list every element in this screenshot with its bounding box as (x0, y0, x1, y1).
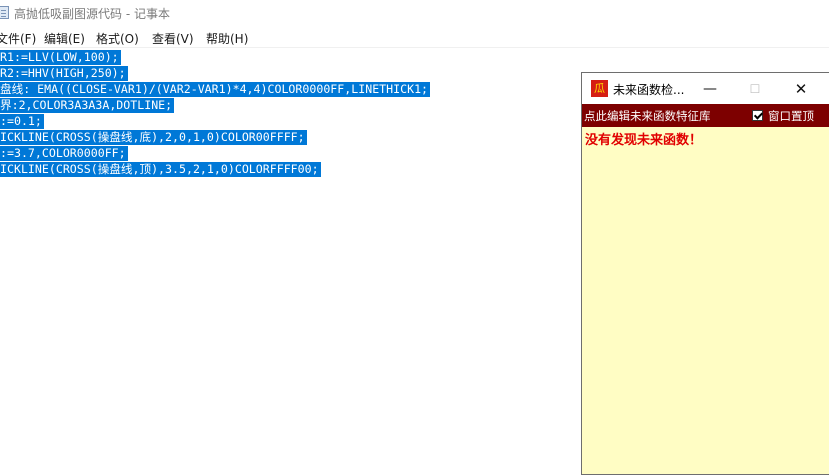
edit-feature-library-link[interactable]: 点此编辑未来函数特征库 (584, 108, 711, 124)
menu-format[interactable]: 格式(O) (96, 30, 139, 47)
code-line[interactable]: :=0.1; (0, 114, 44, 129)
code-line[interactable]: 盘线: EMA((CLOSE-VAR1)/(VAR2-VAR1)*4,4)COL… (0, 82, 431, 97)
window-topmost-toggle[interactable]: 窗口置顶 (752, 108, 814, 123)
code-line[interactable]: R1:=LLV(LOW,100); (0, 50, 121, 65)
code-line[interactable]: R2:=HHV(HIGH,250); (0, 66, 128, 81)
notepad-title-bar[interactable]: 高抛低吸副图源代码 - 记事本 (0, 0, 829, 26)
maximize-icon[interactable]: ☐ (745, 79, 765, 99)
code-line[interactable]: :=3.7,COLOR0000FF; (0, 146, 128, 161)
notepad-document-icon (0, 6, 9, 19)
menu-help[interactable]: 帮助(H) (206, 30, 248, 47)
code-line[interactable]: ICKLINE(CROSS(操盘线,底),2,0,1,0)COLOR00FFFF… (0, 130, 307, 145)
close-icon[interactable]: ✕ (791, 79, 811, 99)
app-logo-icon: 瓜 (591, 80, 608, 97)
popup-toolbar: 点此编辑未来函数特征库 窗口置顶 (582, 104, 829, 127)
notepad-window-title: 高抛低吸副图源代码 - 记事本 (14, 7, 170, 21)
topmost-checkbox[interactable] (752, 110, 763, 121)
result-message: 没有发现未来函数！ (585, 133, 703, 148)
future-function-check-window: 瓜 未来函数检... — ☐ ✕ 点此编辑未来函数特征库 窗口置顶 没有发现未来… (581, 72, 829, 475)
menu-file[interactable]: 文件(F) (0, 30, 36, 47)
topmost-label: 窗口置顶 (768, 108, 814, 123)
popup-title-bar[interactable]: 瓜 未来函数检... — ☐ ✕ (582, 73, 829, 104)
menu-edit[interactable]: 编辑(E) (44, 30, 85, 47)
code-line[interactable]: ICKLINE(CROSS(操盘线,顶),3.5,2,1,0)COLORFFFF… (0, 162, 321, 177)
menu-view[interactable]: 查看(V) (152, 30, 194, 47)
notepad-menu-bar: 文件(F) 编辑(E) 格式(O) 查看(V) 帮助(H) (0, 27, 829, 47)
code-line[interactable]: 界:2,COLOR3A3A3A,DOTLINE; (0, 98, 175, 113)
popup-result-area: 没有发现未来函数！ (582, 127, 829, 474)
popup-window-title: 未来函数检... (613, 83, 685, 97)
minimize-icon[interactable]: — (700, 79, 720, 99)
